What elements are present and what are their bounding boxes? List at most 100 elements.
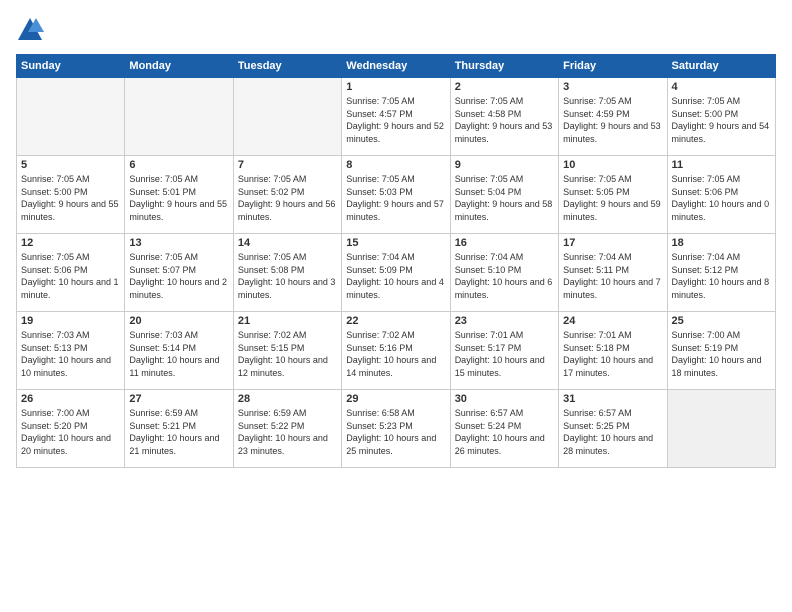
calendar-cell: 29 Sunrise: 6:58 AMSunset: 5:23 PMDayligh…	[342, 390, 450, 468]
calendar-cell: 10 Sunrise: 7:05 AMSunset: 5:05 PMDayligh…	[559, 156, 667, 234]
day-detail: Sunrise: 7:00 AMSunset: 5:19 PMDaylight:…	[672, 329, 771, 379]
col-header-tuesday: Tuesday	[233, 55, 341, 78]
day-number: 16	[455, 237, 554, 249]
day-number: 9	[455, 159, 554, 171]
day-number: 29	[346, 393, 445, 405]
calendar-cell: 9 Sunrise: 7:05 AMSunset: 5:04 PMDaylight…	[450, 156, 558, 234]
calendar-cell: 26 Sunrise: 7:00 AMSunset: 5:20 PMDayligh…	[17, 390, 125, 468]
day-detail: Sunrise: 7:04 AMSunset: 5:12 PMDaylight:…	[672, 251, 771, 301]
day-detail: Sunrise: 6:57 AMSunset: 5:24 PMDaylight:…	[455, 407, 554, 457]
logo	[16, 16, 48, 44]
calendar-cell: 8 Sunrise: 7:05 AMSunset: 5:03 PMDaylight…	[342, 156, 450, 234]
calendar-cell: 19Sunrise: 7:03 AMSunset: 5:13 PMDayligh…	[17, 312, 125, 390]
day-detail: Sunrise: 7:05 AMSunset: 5:06 PMDaylight:…	[672, 173, 771, 223]
calendar-cell: 28 Sunrise: 6:59 AMSunset: 5:22 PMDayligh…	[233, 390, 341, 468]
day-detail: Sunrise: 7:05 AMSunset: 4:59 PMDaylight:…	[563, 95, 662, 145]
calendar-cell: 12 Sunrise: 7:05 AMSunset: 5:06 PMDayligh…	[17, 234, 125, 312]
calendar-cell: 24 Sunrise: 7:01 AMSunset: 5:18 PMDayligh…	[559, 312, 667, 390]
day-number: 10	[563, 159, 662, 171]
day-number: 23	[455, 315, 554, 327]
day-detail: Sunrise: 7:05 AMSunset: 5:05 PMDaylight:…	[563, 173, 662, 223]
day-detail: Sunrise: 7:05 AMSunset: 5:01 PMDaylight:…	[129, 173, 228, 223]
day-detail: Sunrise: 7:05 AMSunset: 5:07 PMDaylight:…	[129, 251, 228, 301]
day-number: 18	[672, 237, 771, 249]
day-detail: Sunrise: 7:05 AMSunset: 5:00 PMDaylight:…	[672, 95, 771, 145]
day-detail: Sunrise: 7:00 AMSunset: 5:20 PMDaylight:…	[21, 407, 120, 457]
day-detail: Sunrise: 7:05 AMSunset: 5:02 PMDaylight:…	[238, 173, 337, 223]
calendar-cell: 15Sunrise: 7:04 AMSunset: 5:09 PMDayligh…	[342, 234, 450, 312]
day-number: 26	[21, 393, 120, 405]
day-number: 7	[238, 159, 337, 171]
col-header-saturday: Saturday	[667, 55, 775, 78]
day-detail: Sunrise: 7:02 AMSunset: 5:15 PMDaylight:…	[238, 329, 337, 379]
calendar-cell: 13 Sunrise: 7:05 AMSunset: 5:07 PMDayligh…	[125, 234, 233, 312]
day-detail: Sunrise: 7:05 AMSunset: 5:03 PMDaylight:…	[346, 173, 445, 223]
day-number: 4	[672, 81, 771, 93]
calendar-cell: 22Sunrise: 7:02 AMSunset: 5:16 PMDayligh…	[342, 312, 450, 390]
calendar-page: SundayMondayTuesdayWednesdayThursdayFrid…	[0, 0, 792, 612]
col-header-monday: Monday	[125, 55, 233, 78]
week-row-5: 26 Sunrise: 7:00 AMSunset: 5:20 PMDayligh…	[17, 390, 776, 468]
day-number: 19	[21, 315, 120, 327]
day-detail: Sunrise: 6:59 AMSunset: 5:21 PMDaylight:…	[129, 407, 228, 457]
day-number: 24	[563, 315, 662, 327]
day-number: 11	[672, 159, 771, 171]
col-header-friday: Friday	[559, 55, 667, 78]
day-number: 28	[238, 393, 337, 405]
header	[16, 16, 776, 44]
col-header-wednesday: Wednesday	[342, 55, 450, 78]
day-detail: Sunrise: 7:05 AMSunset: 5:06 PMDaylight:…	[21, 251, 120, 301]
day-number: 6	[129, 159, 228, 171]
calendar-cell: 11 Sunrise: 7:05 AMSunset: 5:06 PMDayligh…	[667, 156, 775, 234]
day-number: 8	[346, 159, 445, 171]
day-detail: Sunrise: 7:04 AMSunset: 5:09 PMDaylight:…	[346, 251, 445, 301]
day-number: 27	[129, 393, 228, 405]
day-number: 21	[238, 315, 337, 327]
day-detail: Sunrise: 6:57 AMSunset: 5:25 PMDaylight:…	[563, 407, 662, 457]
day-detail: Sunrise: 6:58 AMSunset: 5:23 PMDaylight:…	[346, 407, 445, 457]
week-row-2: 5Sunrise: 7:05 AMSunset: 5:00 PMDaylight…	[17, 156, 776, 234]
calendar-cell: 6 Sunrise: 7:05 AMSunset: 5:01 PMDaylight…	[125, 156, 233, 234]
calendar-cell: 23 Sunrise: 7:01 AMSunset: 5:17 PMDayligh…	[450, 312, 558, 390]
calendar-cell: 25 Sunrise: 7:00 AMSunset: 5:19 PMDayligh…	[667, 312, 775, 390]
day-detail: Sunrise: 6:59 AMSunset: 5:22 PMDaylight:…	[238, 407, 337, 457]
day-number: 31	[563, 393, 662, 405]
day-detail: Sunrise: 7:01 AMSunset: 5:18 PMDaylight:…	[563, 329, 662, 379]
day-detail: Sunrise: 7:04 AMSunset: 5:11 PMDaylight:…	[563, 251, 662, 301]
col-header-sunday: Sunday	[17, 55, 125, 78]
calendar-cell: 1 Sunrise: 7:05 AMSunset: 4:57 PMDaylight…	[342, 78, 450, 156]
calendar-cell	[667, 390, 775, 468]
day-number: 5	[21, 159, 120, 171]
calendar-cell	[125, 78, 233, 156]
calendar-cell: 21 Sunrise: 7:02 AMSunset: 5:15 PMDayligh…	[233, 312, 341, 390]
day-number: 1	[346, 81, 445, 93]
day-number: 25	[672, 315, 771, 327]
calendar-cell: 27 Sunrise: 6:59 AMSunset: 5:21 PMDayligh…	[125, 390, 233, 468]
day-number: 14	[238, 237, 337, 249]
calendar-cell	[17, 78, 125, 156]
day-detail: Sunrise: 7:03 AMSunset: 5:14 PMDaylight:…	[129, 329, 228, 379]
calendar-cell: 3 Sunrise: 7:05 AMSunset: 4:59 PMDaylight…	[559, 78, 667, 156]
day-number: 30	[455, 393, 554, 405]
col-header-thursday: Thursday	[450, 55, 558, 78]
day-number: 12	[21, 237, 120, 249]
calendar-cell: 16 Sunrise: 7:04 AMSunset: 5:10 PMDayligh…	[450, 234, 558, 312]
logo-icon	[16, 16, 44, 44]
day-detail: Sunrise: 7:02 AMSunset: 5:16 PMDaylight:…	[346, 329, 445, 379]
calendar-cell: 14 Sunrise: 7:05 AMSunset: 5:08 PMDayligh…	[233, 234, 341, 312]
calendar-table: SundayMondayTuesdayWednesdayThursdayFrid…	[16, 54, 776, 468]
day-detail: Sunrise: 7:01 AMSunset: 5:17 PMDaylight:…	[455, 329, 554, 379]
header-row: SundayMondayTuesdayWednesdayThursdayFrid…	[17, 55, 776, 78]
day-number: 13	[129, 237, 228, 249]
calendar-cell: 20Sunrise: 7:03 AMSunset: 5:14 PMDayligh…	[125, 312, 233, 390]
day-number: 3	[563, 81, 662, 93]
day-detail: Sunrise: 7:04 AMSunset: 5:10 PMDaylight:…	[455, 251, 554, 301]
day-detail: Sunrise: 7:05 AMSunset: 5:08 PMDaylight:…	[238, 251, 337, 301]
day-detail: Sunrise: 7:05 AMSunset: 4:57 PMDaylight:…	[346, 95, 445, 145]
calendar-cell: 4 Sunrise: 7:05 AMSunset: 5:00 PMDaylight…	[667, 78, 775, 156]
week-row-1: 1 Sunrise: 7:05 AMSunset: 4:57 PMDaylight…	[17, 78, 776, 156]
calendar-cell	[233, 78, 341, 156]
day-number: 17	[563, 237, 662, 249]
day-number: 2	[455, 81, 554, 93]
day-detail: Sunrise: 7:05 AMSunset: 5:04 PMDaylight:…	[455, 173, 554, 223]
